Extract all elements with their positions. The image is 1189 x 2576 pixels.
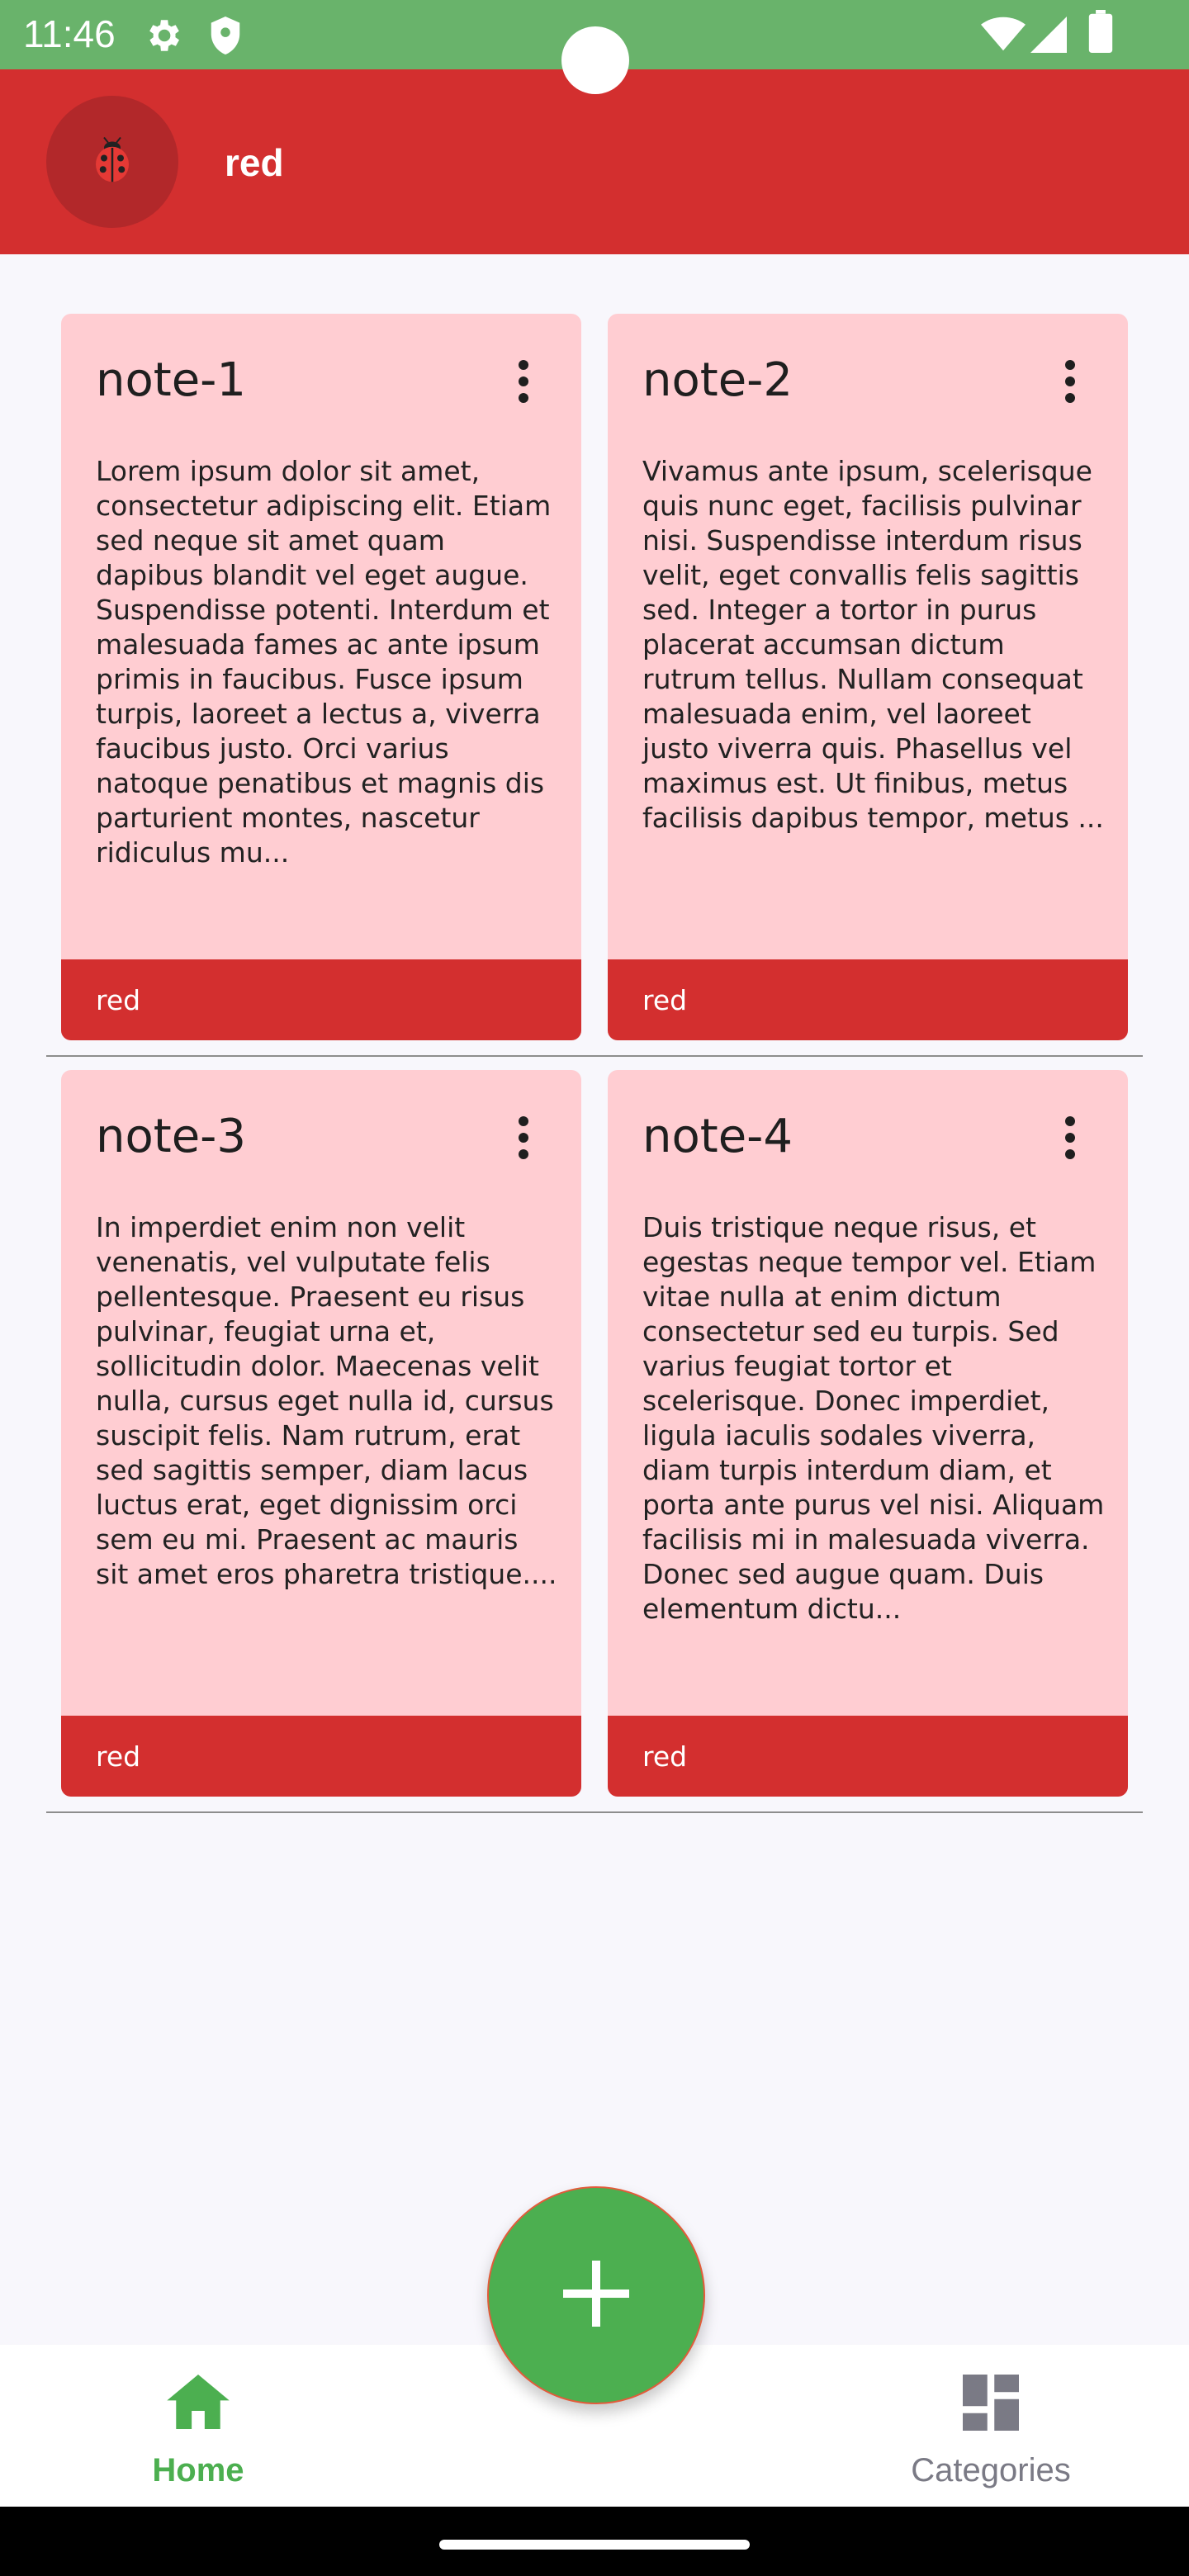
wifi-icon [981, 17, 1026, 54]
note-card[interactable]: note-4 Duis tristique neque risus, et eg… [608, 1070, 1128, 1797]
dashboard-icon [963, 2375, 1019, 2434]
shield-icon [206, 15, 244, 59]
signal-icon [1030, 17, 1067, 56]
note-title: note-3 [96, 1110, 246, 1163]
note-category-label: red [642, 984, 688, 1016]
camera-cutout [561, 26, 629, 94]
app-bar: red [0, 69, 1189, 254]
avatar[interactable] [46, 96, 178, 228]
plus-icon [563, 2261, 629, 2330]
nav-label-categories: Categories [911, 2452, 1071, 2488]
note-body: In imperdiet enim non velit venenatis, v… [96, 1211, 557, 1590]
system-navigation-bar [0, 2507, 1189, 2576]
note-body: Duis tristique neque risus, et egestas n… [642, 1211, 1105, 1625]
note-category-label: red [96, 1740, 141, 1773]
nav-item-home[interactable]: Home [74, 2345, 322, 2507]
note-card[interactable]: note-2 Vivamus ante ipsum, scelerisque q… [608, 314, 1128, 1040]
nav-item-categories[interactable]: Categories [867, 2345, 1115, 2507]
settings-icon [142, 15, 183, 59]
note-title: note-2 [642, 353, 793, 407]
status-time: 11:46 [23, 12, 116, 55]
battery-icon [1088, 10, 1113, 56]
more-menu-icon[interactable] [499, 355, 548, 408]
note-category-footer: red [608, 1716, 1128, 1797]
ladybug-icon [88, 135, 137, 188]
nav-label-home: Home [152, 2452, 244, 2488]
note-title: note-4 [642, 1110, 793, 1163]
app-title: red [225, 141, 284, 184]
home-icon [167, 2375, 230, 2432]
note-card[interactable]: note-3 In imperdiet enim non velit venen… [61, 1070, 581, 1797]
note-category-footer: red [608, 959, 1128, 1040]
note-title: note-1 [96, 353, 246, 407]
note-category-footer: red [61, 1716, 581, 1797]
note-category-label: red [96, 984, 141, 1016]
note-body: Vivamus ante ipsum, scelerisque quis nun… [642, 455, 1104, 834]
note-category-label: red [642, 1740, 688, 1773]
more-menu-icon[interactable] [1045, 1111, 1095, 1164]
note-category-footer: red [61, 959, 581, 1040]
row-divider [46, 1811, 1143, 1813]
row-divider [46, 1055, 1143, 1057]
add-note-button[interactable] [487, 2186, 705, 2404]
note-card[interactable]: note-1 Lorem ipsum dolor sit amet, conse… [61, 314, 581, 1040]
more-menu-icon[interactable] [499, 1111, 548, 1164]
home-gesture-pill[interactable] [439, 2540, 750, 2550]
note-body: Lorem ipsum dolor sit amet, consectetur … [96, 455, 552, 869]
more-menu-icon[interactable] [1045, 355, 1095, 408]
